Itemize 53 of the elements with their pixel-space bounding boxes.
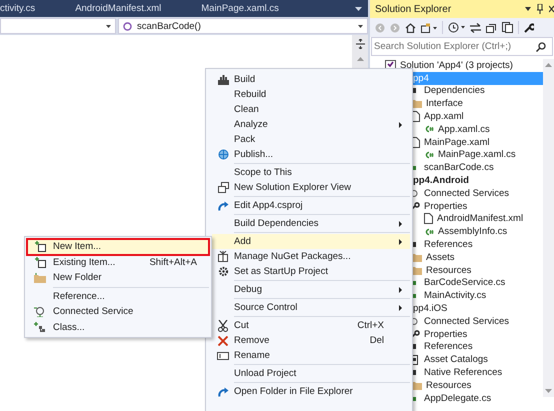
member-dropdown[interactable]: scanBarCode() <box>118 18 368 34</box>
tree-item-label: AppDelegate.cs <box>424 392 492 404</box>
menu-item[interactable]: New Solution Explorer View <box>212 180 410 195</box>
tree-item-label: Solution 'App4' (3 projects) <box>400 60 513 71</box>
menu-item[interactable]: Debug <box>212 282 410 297</box>
tree-item-label: Resources <box>426 264 472 276</box>
tree-item-label: References <box>424 341 473 352</box>
tree-item-label: Assets <box>426 252 455 263</box>
menu-item[interactable]: Clean <box>212 102 410 117</box>
panel-title: Solution Explorer <box>375 4 452 14</box>
tree-item-label: MainActivity.cs <box>424 290 486 302</box>
menu-item[interactable]: Rebuild <box>212 87 410 102</box>
menu-item[interactable]: Rename <box>212 348 410 363</box>
menu-item[interactable]: Manage NuGet Packages... <box>212 249 410 264</box>
tree-item-label: App.xaml <box>424 111 464 122</box>
tree-item-label: Properties <box>424 328 468 340</box>
tree-item-label: AssemblyInfo.cs <box>438 226 508 238</box>
menu-item[interactable]: Open Folder in File Explorer <box>212 384 410 399</box>
document-tab[interactable]: ctivity.cs <box>0 3 52 14</box>
tree-item-label: AndroidManifest.xml <box>437 213 524 224</box>
document-tab[interactable]: MainPage.xaml.cs <box>184 3 296 14</box>
tree-item-label: Dependencies <box>424 85 485 96</box>
tree-item-label: BarCodeService.cs <box>424 277 506 288</box>
tree-item-label: pp4 <box>413 72 429 84</box>
menu-item[interactable]: Add <box>212 234 410 249</box>
menu-item[interactable]: New Item... <box>27 239 209 254</box>
tree-item-label: Resources <box>426 380 472 391</box>
document-tab[interactable]: AndroidManifest.xml <box>58 3 178 14</box>
menu-item[interactable]: New Folder <box>27 270 209 286</box>
tree-item-label: Interface <box>426 98 463 110</box>
tree-item-label: Connected Services <box>424 188 510 199</box>
menu-item[interactable]: Class... <box>27 320 209 335</box>
menu-item[interactable]: Connected Service <box>27 304 209 320</box>
tree-item-label: MainPage.xaml.cs <box>438 149 516 160</box>
tree-item-label: References <box>424 239 473 250</box>
menu-item[interactable]: Reference... <box>27 288 209 304</box>
menu-item[interactable]: Remove Del <box>212 333 410 348</box>
menu-item[interactable]: Unload Project <box>212 366 410 381</box>
menu-item[interactable]: Source Control <box>212 300 410 315</box>
menu-item[interactable]: Scope to This <box>212 165 410 180</box>
tree-item-label: Asset Catalogs <box>424 354 488 366</box>
tree-item-label: pp4.iOS <box>413 303 448 314</box>
menu-item[interactable]: Set as StartUp Project <box>212 264 410 279</box>
tree-item-label: scanBarCode.cs <box>424 162 494 174</box>
tree-item-label: MainPage.xaml <box>424 136 490 148</box>
menu-item[interactable]: Cut Ctrl+X <box>212 318 410 333</box>
tree-item-label: Native References <box>424 367 502 378</box>
menu-item[interactable]: Existing Item... Shift+Alt+A <box>27 254 209 270</box>
tree-item-label: App.xaml.cs <box>438 124 490 135</box>
tree-item-label: pp4.Android <box>413 175 469 186</box>
tree-item-label: Connected Services <box>424 316 510 327</box>
tree-item-label: Properties <box>424 200 468 212</box>
search-field[interactable]: Search Solution Explorer (Ctrl+;) <box>371 37 553 56</box>
